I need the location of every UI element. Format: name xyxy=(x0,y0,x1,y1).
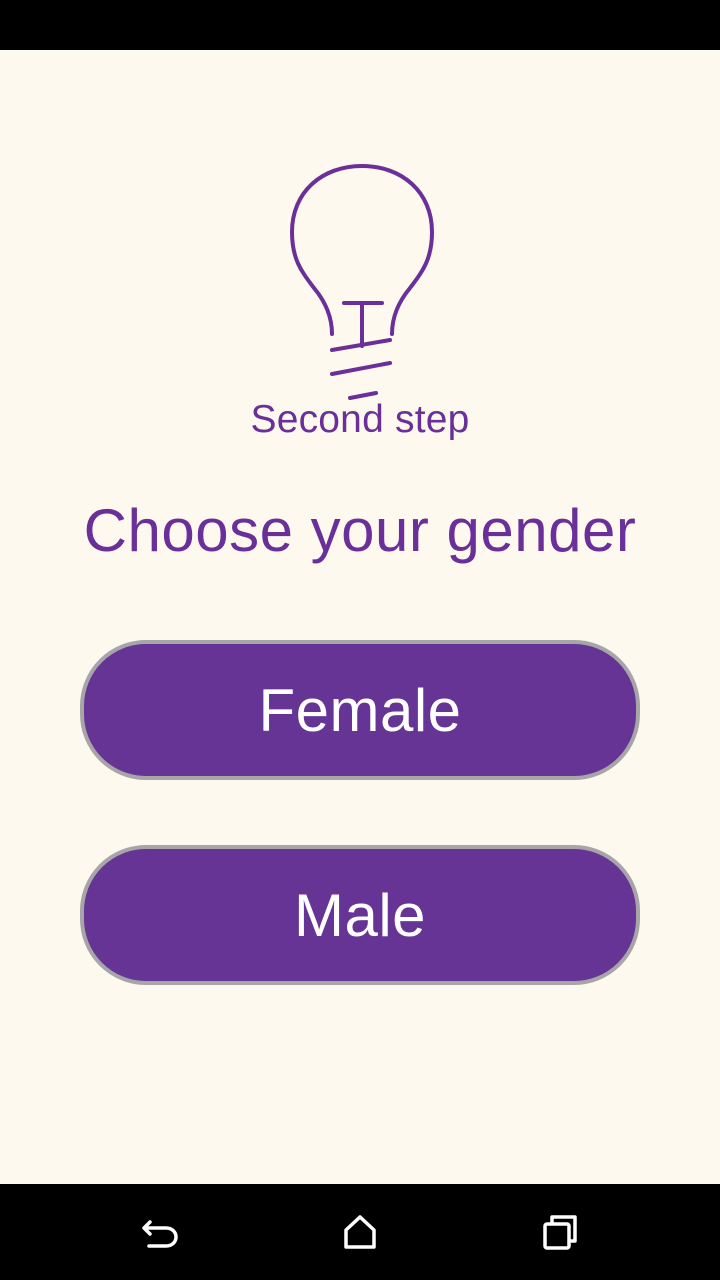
male-button-label: Male xyxy=(293,881,427,949)
page-title: Choose your gender xyxy=(83,497,637,564)
step-label: Second step xyxy=(250,398,470,441)
back-icon xyxy=(142,1220,178,1248)
home-icon xyxy=(344,1215,376,1249)
female-button[interactable]: Female xyxy=(80,640,640,780)
status-bar xyxy=(0,0,720,50)
lightbulb-icon xyxy=(289,163,435,400)
recents-button[interactable] xyxy=(530,1204,590,1260)
navigation-bar xyxy=(0,1184,720,1280)
main-content: Second step Choose your gender Female Ma… xyxy=(0,50,720,1184)
back-button[interactable] xyxy=(130,1204,190,1260)
female-button-label: Female xyxy=(258,676,462,744)
home-button[interactable] xyxy=(330,1204,390,1260)
male-button[interactable]: Male xyxy=(80,845,640,985)
recents-icon xyxy=(543,1215,577,1250)
